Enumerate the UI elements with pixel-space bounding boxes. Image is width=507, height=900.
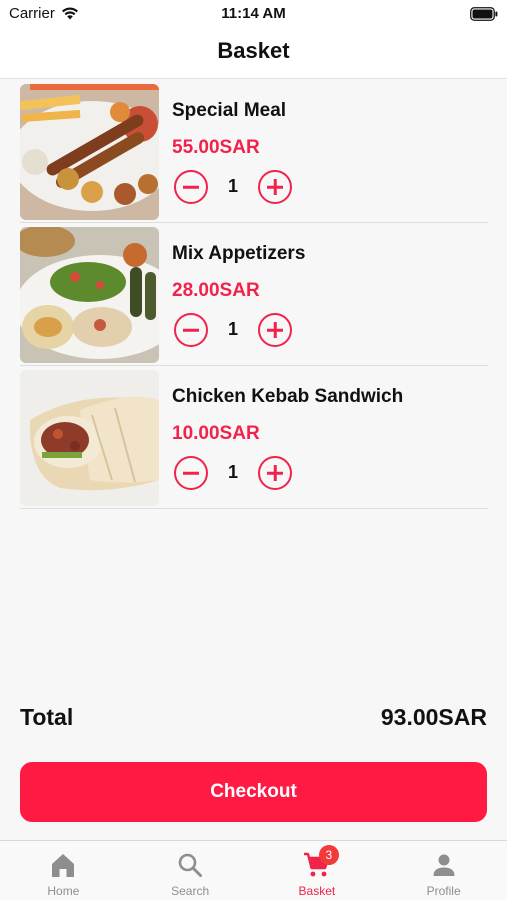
- checkout-button[interactable]: Checkout: [20, 762, 487, 822]
- tab-profile[interactable]: Profile: [380, 841, 507, 900]
- quantity-value: 1: [227, 319, 238, 339]
- quantity-value: 1: [227, 176, 238, 196]
- item-name: Mix Appetizers: [172, 243, 306, 264]
- total-label: Total: [20, 704, 74, 730]
- tab-search[interactable]: Search: [127, 841, 254, 900]
- item-name: Special Meal: [172, 100, 287, 121]
- decrease-quantity-button[interactable]: [174, 313, 208, 347]
- increase-quantity-button[interactable]: [258, 170, 292, 204]
- item-price: 28.00SAR: [172, 280, 260, 301]
- basket-item: Chicken Kebab Sandwich 10.00SAR 1: [20, 366, 488, 509]
- quantity-stepper: 1: [172, 313, 302, 349]
- page-title: Basket: [217, 38, 290, 63]
- profile-icon: [433, 854, 455, 876]
- increase-quantity-button[interactable]: [258, 456, 292, 490]
- tab-label: Search: [171, 884, 210, 898]
- tab-basket[interactable]: 3 Basket: [254, 841, 381, 900]
- increase-quantity-button[interactable]: [258, 313, 292, 347]
- search-icon: [178, 853, 203, 877]
- tab-home[interactable]: Home: [0, 841, 127, 900]
- tab-label: Profile: [426, 884, 461, 898]
- cart-count-badge: 3: [318, 845, 339, 865]
- basket-item: Mix Appetizers 28.00SAR 1: [20, 223, 488, 366]
- cart-icon-wrapper: 3: [303, 845, 339, 879]
- quantity-stepper: 1: [172, 456, 302, 492]
- tab-bar: Home Search 3 Basket Profile: [0, 840, 507, 900]
- battery-icon: [470, 7, 498, 21]
- mix-appetizers-image: [20, 227, 159, 363]
- clock: 11:14 AM: [221, 5, 286, 22]
- item-name: Chicken Kebab Sandwich: [172, 386, 404, 407]
- item-price: 10.00SAR: [172, 423, 260, 444]
- home-icon: [52, 854, 75, 877]
- basket-item: Special Meal 55.00SAR 1: [20, 80, 488, 223]
- total-value: 93.00SAR: [380, 704, 487, 730]
- tab-label: Basket: [298, 884, 336, 898]
- tab-label: Home: [47, 884, 80, 898]
- status-bar: Carrier 11:14 AM: [0, 0, 507, 28]
- chicken-kebab-sandwich-image: [20, 370, 159, 506]
- decrease-quantity-button[interactable]: [174, 170, 208, 204]
- special-meal-image: [20, 84, 159, 220]
- item-price: 55.00SAR: [172, 137, 260, 158]
- quantity-value: 1: [227, 462, 238, 482]
- decrease-quantity-button[interactable]: [174, 456, 208, 490]
- total-row: Total 93.00SAR: [20, 704, 487, 734]
- navigation-bar: Basket: [0, 28, 507, 79]
- quantity-stepper: 1: [172, 170, 302, 206]
